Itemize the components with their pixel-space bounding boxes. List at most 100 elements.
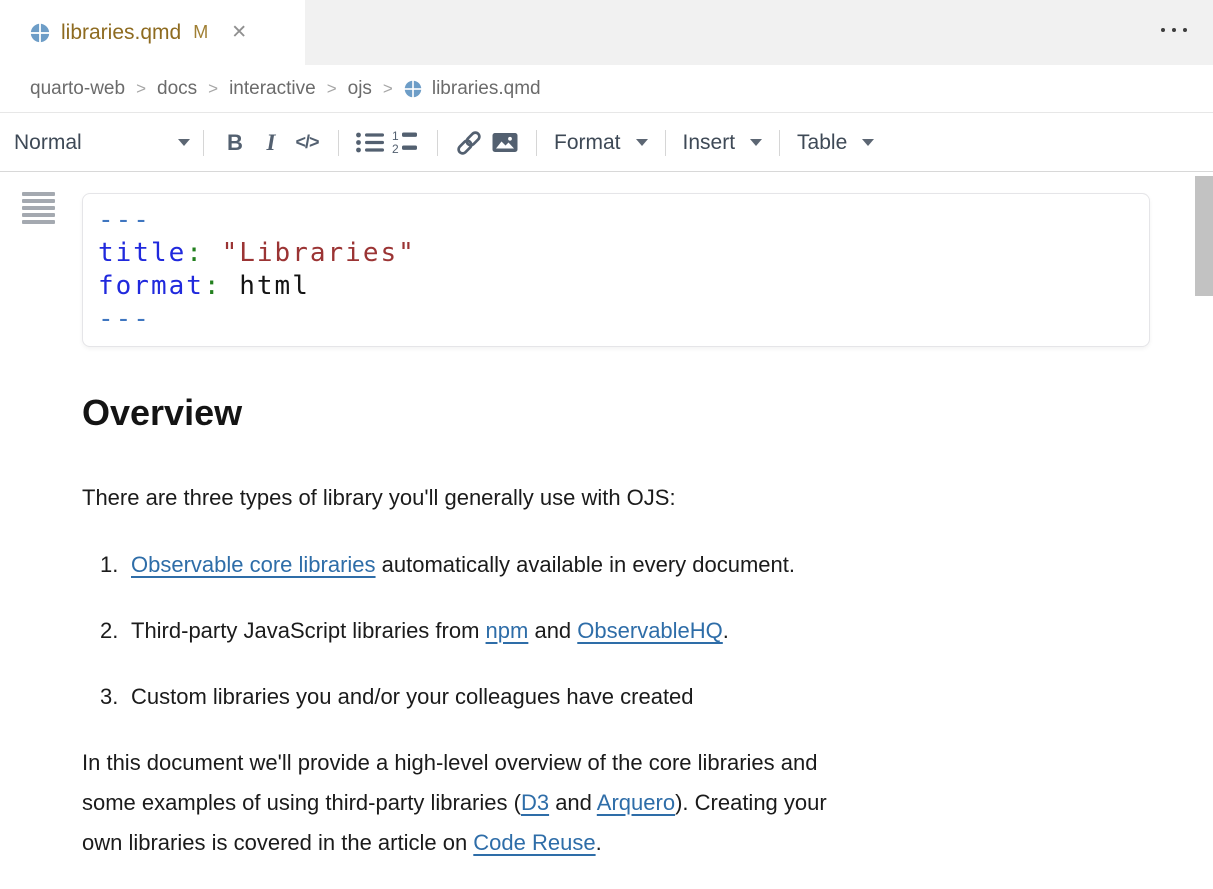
bullet-list-button[interactable] — [352, 123, 388, 163]
italic-icon: I — [267, 130, 276, 156]
outro-paragraph: In this document we'll provide a high-le… — [82, 743, 1150, 863]
table-menu[interactable]: Table — [797, 131, 874, 155]
format-menu-label: Format — [554, 131, 621, 155]
text-run: ). Creating your — [675, 790, 827, 815]
yaml-token: format — [98, 271, 204, 301]
toolbar-divider — [665, 130, 666, 156]
list-item-text: Observable core libraries automatically … — [131, 545, 795, 585]
image-button[interactable] — [487, 123, 523, 163]
insert-menu-label: Insert — [683, 131, 736, 155]
bold-button[interactable]: B — [217, 123, 253, 163]
numbered-list-button[interactable]: 1 2 — [388, 123, 424, 163]
link-button[interactable] — [451, 123, 487, 163]
paragraph-style-dropdown[interactable]: Normal — [14, 131, 190, 155]
tab-libraries-qmd[interactable]: libraries.qmd M ✕ — [0, 0, 305, 65]
toolbar-divider — [437, 130, 438, 156]
intro-paragraph: There are three types of library you'll … — [82, 478, 1150, 518]
yaml-token: : — [204, 271, 222, 301]
toolbar-divider — [779, 130, 780, 156]
breadcrumb: quarto-web > docs > interactive > ojs > … — [0, 65, 1213, 113]
list-item-number: 1. — [100, 545, 131, 585]
list-item[interactable]: 1.Observable core libraries automaticall… — [82, 545, 1150, 585]
document-body[interactable]: ---title: "Libraries"format: html--- Ove… — [82, 172, 1150, 863]
editor-content: ---title: "Libraries"format: html--- Ove… — [0, 172, 1213, 889]
breadcrumb-filename: libraries.qmd — [432, 78, 541, 100]
yaml-token: title — [98, 238, 186, 268]
bullet-list-icon — [355, 131, 385, 154]
link-observablehq[interactable]: ObservableHQ — [577, 618, 723, 643]
close-tab-icon[interactable]: ✕ — [231, 23, 247, 42]
breadcrumb-docs[interactable]: docs — [157, 78, 197, 100]
tab-bar: libraries.qmd M ✕ — [0, 0, 1213, 65]
text-run: Custom libraries you and/or your colleag… — [131, 684, 694, 709]
image-icon — [492, 132, 518, 153]
heading-overview: Overview — [82, 391, 1150, 434]
text-run: and — [528, 618, 577, 643]
yaml-token: "Libraries" — [204, 238, 416, 268]
toolbar-divider — [536, 130, 537, 156]
quarto-visual-editor: libraries.qmd M ✕ quarto-web > docs > in… — [0, 0, 1213, 889]
tab-filename: libraries.qmd — [61, 21, 181, 45]
link-observable-core-libraries[interactable]: Observable core libraries — [131, 552, 376, 577]
yaml-token: --- — [98, 205, 151, 235]
outline-toggle-icon[interactable] — [22, 192, 55, 224]
link-npm[interactable]: npm — [486, 618, 529, 643]
text-run: In this document we'll provide a high-le… — [82, 750, 817, 775]
chevron-down-icon — [178, 139, 190, 146]
bold-icon: B — [227, 130, 243, 156]
breadcrumb-separator: > — [136, 79, 146, 99]
link-arquero[interactable]: Arquero — [597, 790, 675, 815]
breadcrumb-file[interactable]: libraries.qmd — [404, 78, 541, 100]
yaml-code-line: format: html — [98, 270, 1134, 303]
editor-toolbar: Normal B I </> 1 2 — [0, 114, 1213, 172]
text-run: and — [549, 790, 597, 815]
numbered-list: 1.Observable core libraries automaticall… — [82, 545, 1150, 717]
list-item[interactable]: 3.Custom libraries you and/or your colle… — [82, 677, 1150, 717]
yaml-token: html — [222, 271, 310, 301]
toolbar-divider — [203, 130, 204, 156]
list-item-number: 3. — [100, 677, 131, 717]
modified-badge: M — [193, 22, 208, 43]
text-run: automatically available in every documen… — [376, 552, 795, 577]
text-run: Third-party JavaScript libraries from — [131, 618, 486, 643]
format-menu[interactable]: Format — [554, 131, 648, 155]
code-button[interactable]: </> — [289, 123, 325, 163]
link-code-reuse[interactable]: Code Reuse — [473, 830, 595, 855]
toolbar-divider — [338, 130, 339, 156]
quarto-file-icon — [404, 80, 422, 98]
breadcrumb-separator: > — [327, 79, 337, 99]
vertical-scrollbar[interactable] — [1195, 176, 1213, 296]
paragraph-style-value: Normal — [14, 131, 82, 155]
list-item[interactable]: 2.Third-party JavaScript libraries from … — [82, 611, 1150, 651]
text-run: . — [596, 830, 602, 855]
list-item-text: Third-party JavaScript libraries from np… — [131, 611, 729, 651]
breadcrumb-separator: > — [383, 79, 393, 99]
chevron-down-icon — [862, 139, 874, 146]
yaml-code-line: --- — [98, 303, 1134, 336]
insert-menu[interactable]: Insert — [683, 131, 763, 155]
more-actions-icon[interactable] — [1161, 28, 1187, 32]
breadcrumb-ojs[interactable]: ojs — [348, 78, 372, 100]
chain-link-icon — [453, 130, 485, 156]
yaml-front-matter-block[interactable]: ---title: "Libraries"format: html--- — [82, 193, 1150, 347]
chevron-down-icon — [636, 139, 648, 146]
breadcrumb-quarto-web[interactable]: quarto-web — [30, 78, 125, 100]
chevron-down-icon — [750, 139, 762, 146]
yaml-code-line: title: "Libraries" — [98, 237, 1134, 270]
text-run: own libraries is covered in the article … — [82, 830, 473, 855]
text-run: some examples of using third-party libra… — [82, 790, 521, 815]
link-d3[interactable]: D3 — [521, 790, 549, 815]
table-menu-label: Table — [797, 131, 847, 155]
svg-text:2: 2 — [392, 142, 399, 155]
numbered-list-icon: 1 2 — [392, 130, 420, 155]
yaml-code-line: --- — [98, 204, 1134, 237]
code-icon: </> — [295, 132, 318, 153]
breadcrumb-interactive[interactable]: interactive — [229, 78, 316, 100]
yaml-token: --- — [98, 304, 151, 334]
list-item-number: 2. — [100, 611, 131, 651]
quarto-file-icon — [30, 23, 50, 43]
italic-button[interactable]: I — [253, 123, 289, 163]
breadcrumb-separator: > — [208, 79, 218, 99]
text-run: . — [723, 618, 729, 643]
yaml-token: : — [186, 238, 204, 268]
